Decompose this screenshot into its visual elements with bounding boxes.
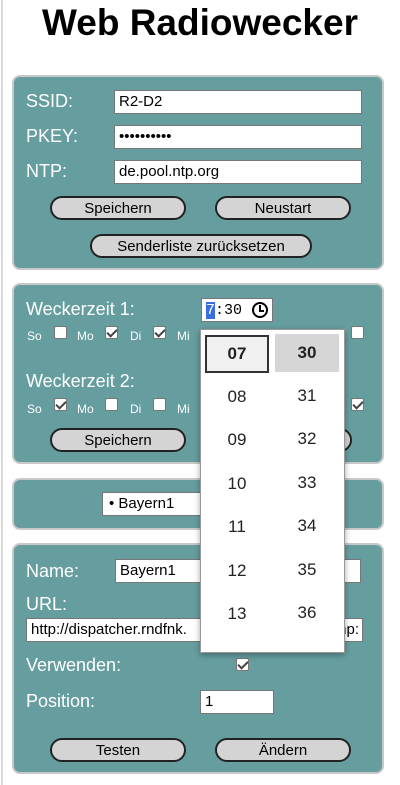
- change-button[interactable]: Ändern: [215, 738, 351, 762]
- url-label: URL:: [26, 594, 68, 614]
- pkey-input[interactable]: ••••••••••: [114, 125, 362, 149]
- hour-option[interactable]: 08: [205, 378, 269, 416]
- alarm2-label: Weckerzeit 2:: [26, 371, 135, 391]
- page-title: Web Radiowecker: [42, 2, 358, 43]
- minute-option[interactable]: 36: [275, 594, 339, 632]
- alarm1-day-sa-checkbox[interactable]: [351, 326, 364, 339]
- alarm1-day-mo-checkbox[interactable]: [105, 326, 118, 339]
- clock-icon[interactable]: [252, 302, 268, 318]
- save-wifi-button[interactable]: Speichern: [50, 196, 186, 220]
- name-label: Name:: [26, 561, 80, 581]
- hour-option[interactable]: 09: [205, 421, 269, 459]
- use-label: Verwenden:: [26, 655, 122, 675]
- wifi-settings-panel: SSID: R2-D2 PKEY: •••••••••• NTP: de.poo…: [12, 75, 384, 270]
- position-input[interactable]: 1: [200, 690, 274, 714]
- ntp-input[interactable]: de.pool.ntp.org: [114, 160, 362, 184]
- restart-button[interactable]: Neustart: [215, 196, 351, 220]
- minute-option[interactable]: 31: [275, 377, 339, 415]
- alarm2-day-so-label: So: [27, 402, 42, 416]
- hour-option[interactable]: 07: [205, 335, 269, 373]
- alarm1-label: Weckerzeit 1:: [26, 299, 135, 319]
- url-value: http://dispatcher.rndfnk.: [31, 621, 187, 638]
- save-alarms-button[interactable]: Speichern: [50, 428, 186, 452]
- alarm1-day-di-label: Di: [130, 329, 142, 343]
- minute-option[interactable]: 35: [275, 551, 339, 589]
- minute-option[interactable]: 33: [275, 464, 339, 502]
- alarm2-day-so-checkbox[interactable]: [54, 398, 67, 411]
- position-label: Position:: [26, 691, 96, 711]
- hour-option[interactable]: 11: [205, 508, 269, 546]
- hour-option[interactable]: 12: [205, 552, 269, 590]
- alarm2-day-di-checkbox[interactable]: [153, 398, 166, 411]
- alarm2-day-mi-label: Mi: [177, 402, 190, 416]
- minute-option[interactable]: 30: [275, 334, 339, 372]
- alarm2-day-di-label: Di: [130, 402, 142, 416]
- test-button[interactable]: Testen: [50, 738, 186, 762]
- alarm1-day-mo-label: Mo: [77, 329, 94, 343]
- alarm1-day-so-checkbox[interactable]: [54, 326, 67, 339]
- hour-option[interactable]: 10: [205, 465, 269, 503]
- alarm2-day-mo-checkbox[interactable]: [105, 398, 118, 411]
- ntp-label: NTP:: [26, 161, 68, 181]
- ssid-input[interactable]: R2-D2: [114, 90, 362, 114]
- reset-station-list-button[interactable]: Senderliste zurücksetzen: [90, 234, 312, 258]
- minute-option[interactable]: 32: [275, 420, 339, 458]
- alarm2-day-sa-checkbox[interactable]: [351, 398, 364, 411]
- pkey-label: PKEY:: [26, 126, 79, 146]
- minute-option[interactable]: 34: [275, 507, 339, 545]
- alarm2-day-mo-label: Mo: [77, 402, 94, 416]
- time-picker-dropdown[interactable]: 07 08 09 10 11 12 13 30 31 32 33 34 35 3…: [200, 329, 345, 653]
- alarm1-day-so-label: So: [27, 329, 42, 343]
- alarm1-minute-segment[interactable]: :30: [215, 302, 242, 319]
- ssid-label: SSID:: [26, 91, 74, 111]
- use-checkbox[interactable]: [236, 658, 249, 671]
- alarm1-day-di-checkbox[interactable]: [153, 326, 166, 339]
- page-border: [1, 0, 3, 785]
- alarm1-day-mi-label: Mi: [177, 329, 190, 343]
- alarm1-hour-segment[interactable]: 7: [206, 302, 216, 319]
- hour-option[interactable]: 13: [205, 595, 269, 633]
